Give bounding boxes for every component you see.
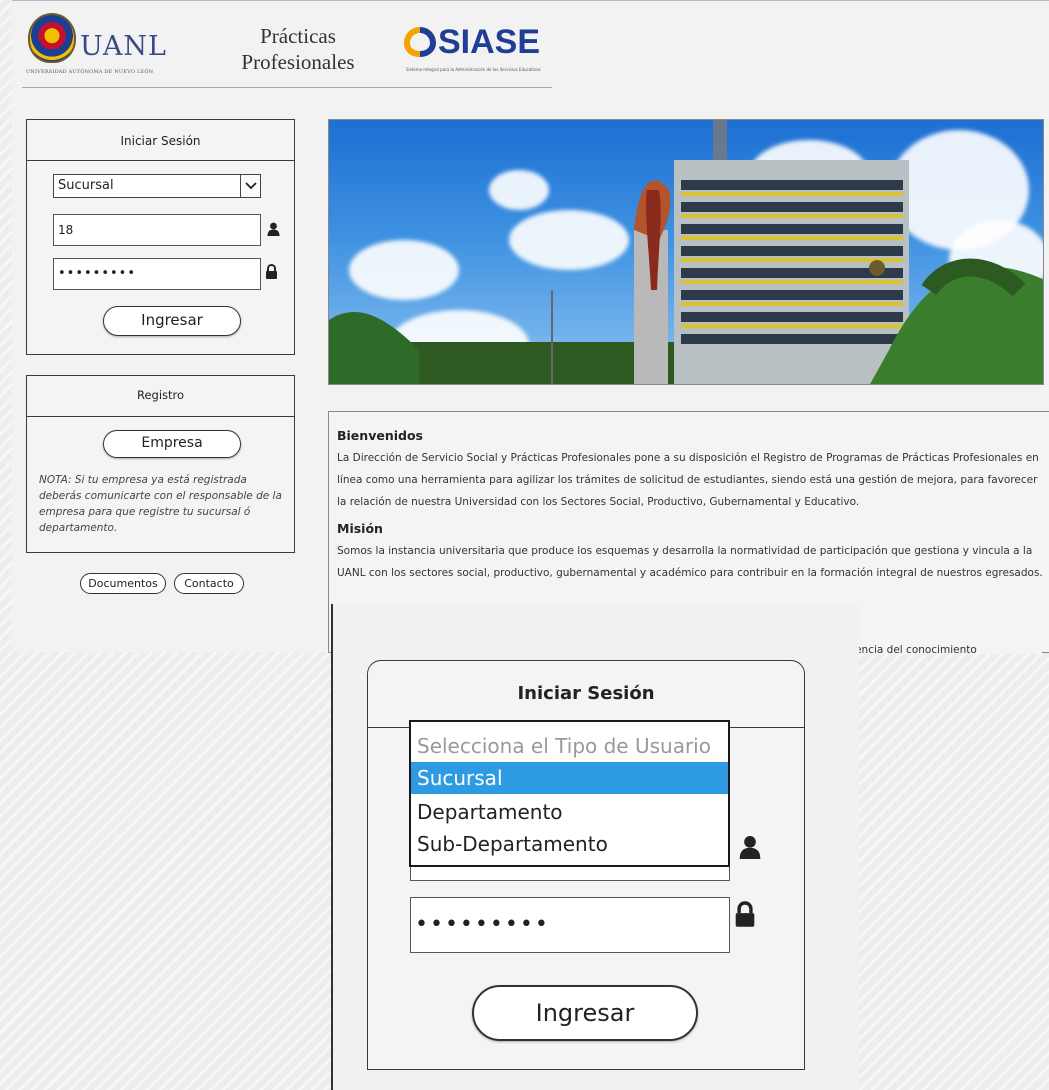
bienvenidos-text: La Dirección de Servicio Social y Prácti… — [337, 452, 1039, 508]
lock-icon — [266, 264, 277, 279]
login-title-divider — [27, 160, 294, 161]
siase-logo-text: SIASE — [438, 23, 541, 61]
login-submit-button[interactable]: Ingresar — [103, 306, 241, 336]
empresa-button[interactable]: Empresa — [103, 430, 241, 458]
documentos-button[interactable]: Documentos — [80, 573, 166, 594]
mision-text: Somos la instancia universitaria que pro… — [337, 545, 1043, 579]
site-title-line1: Prácticas — [260, 24, 336, 48]
dropdown-option-placeholder[interactable]: Selecciona el Tipo de Usuario — [411, 730, 728, 762]
site-title: Prácticas Profesionales — [228, 23, 368, 75]
uanl-logo-text: UANL — [80, 31, 167, 62]
zoom-login-title: Iniciar Sesión — [517, 683, 655, 704]
contacto-button[interactable]: Contacto — [174, 573, 244, 594]
lock-icon — [735, 901, 755, 927]
user-input-value: 18 — [58, 223, 74, 237]
dropdown-option-departamento[interactable]: Departamento — [411, 796, 728, 828]
siase-logo-icon — [404, 27, 436, 57]
registro-title: Registro — [136, 388, 185, 402]
zoom-password-value: ••••••••• — [415, 912, 550, 937]
login-panel: Iniciar Sesión Sucursal 18 ••••••••• Ing… — [26, 119, 295, 355]
registro-note: NOTA: Si tu empresa ya está registrada d… — [39, 474, 282, 534]
login-title: Iniciar Sesión — [120, 134, 201, 148]
uanl-logo-subtitle: UNIVERSIDAD AUTÓNOMA DE NUEVO LEÓN — [26, 69, 154, 75]
registro-panel: Registro Empresa NOTA: Si tu empresa ya … — [26, 375, 295, 553]
chevron-down-icon — [240, 175, 260, 197]
content-continuation: rencia del conocimiento — [859, 604, 1042, 654]
password-input-value: ••••••••• — [58, 266, 137, 281]
user-type-select-value: Sucursal — [58, 178, 114, 193]
dropdown-option-sub-departamento[interactable]: Sub-Departamento — [411, 828, 728, 860]
user-type-dropdown-list[interactable]: Selecciona el Tipo de Usuario Sucursal D… — [409, 720, 730, 867]
bienvenidos-heading: Bienvenidos — [337, 428, 423, 443]
password-input[interactable]: ••••••••• — [53, 258, 261, 290]
truncated-text: rencia del conocimiento — [859, 644, 977, 654]
site-title-line2: Profesionales — [241, 50, 355, 74]
zoom-password-input[interactable]: ••••••••• — [410, 897, 730, 953]
header-divider — [22, 87, 552, 88]
user-type-select[interactable]: Sucursal — [53, 174, 261, 198]
user-icon — [267, 222, 280, 236]
registro-title-divider — [27, 416, 294, 417]
campus-scene — [329, 120, 1043, 384]
main-page: UANL UNIVERSIDAD AUTÓNOMA DE NUEVO LEÓN … — [12, 0, 1049, 653]
user-icon — [739, 836, 761, 859]
campus-photo — [328, 119, 1044, 385]
user-input[interactable]: 18 — [53, 214, 261, 246]
mision-heading: Misión — [337, 521, 383, 536]
dropdown-option-sucursal[interactable]: Sucursal — [411, 762, 728, 794]
siase-logo-subtitle: Sistema Integral para la Administración … — [406, 67, 541, 72]
header: UANL UNIVERSIDAD AUTÓNOMA DE NUEVO LEÓN … — [12, 1, 552, 91]
uanl-seal-logo — [28, 13, 76, 63]
zoom-submit-button[interactable]: Ingresar — [472, 985, 698, 1041]
